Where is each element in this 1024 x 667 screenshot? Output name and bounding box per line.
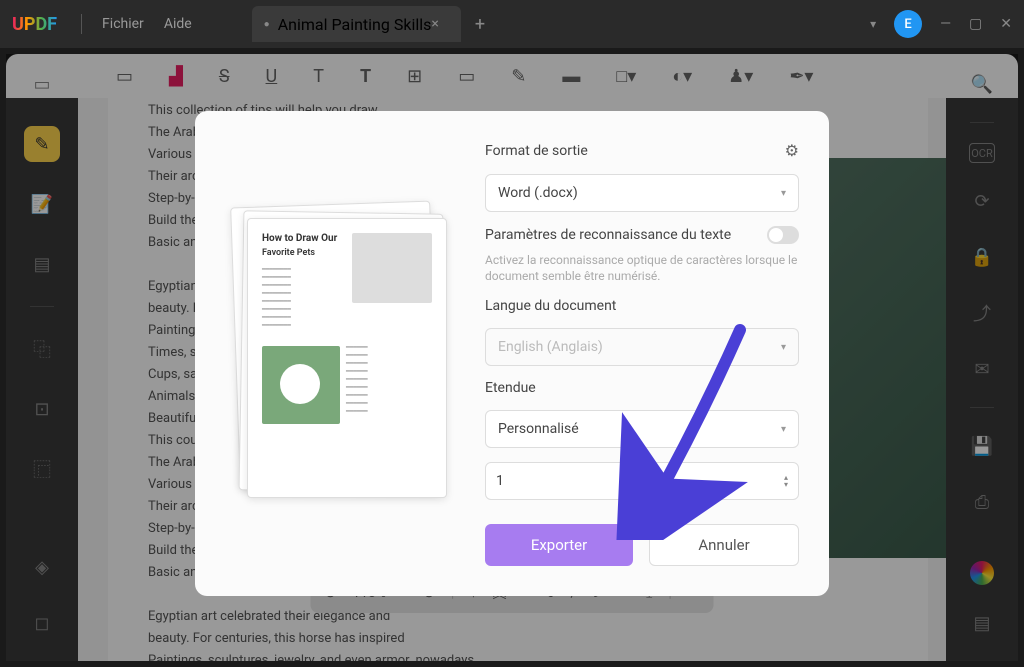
range-label: Etendue (485, 380, 799, 396)
chevron-down-icon[interactable]: ▾ (870, 17, 876, 31)
cancel-button[interactable]: Annuler (649, 524, 799, 566)
tab-title: Animal Painting Skills (278, 15, 432, 34)
main-area: ▭ ✎ 📝 ▤ ⿻ ⊡ ⿸ ◈ ◻ 🔍 OCR ⟳ 🔒 ⤴ ✉ 💾 ⎙ ▤ ▭ … (6, 54, 1018, 661)
range-select[interactable]: Personnalisé▾ (485, 410, 799, 448)
page-to-input[interactable]: 9 ▴▾ (648, 462, 799, 500)
format-select[interactable]: Word (.docx)▾ (485, 174, 799, 212)
menu-file[interactable]: Fichier (102, 16, 144, 32)
minimize-icon[interactable]: — (940, 16, 951, 32)
gear-icon[interactable]: ⚙ (785, 141, 799, 160)
ocr-hint: Activez la reconnaissance optique de car… (485, 252, 799, 284)
export-modal: How to Draw Our Favorite Pets ━━━━━━━━━━… (195, 111, 829, 596)
document-tab[interactable]: ● Animal Painting Skills × (252, 6, 461, 42)
app-logo: UPDF (12, 14, 57, 35)
titlebar: UPDF Fichier Aide ● Animal Painting Skil… (0, 0, 1024, 48)
maximize-icon[interactable]: ▢ (969, 16, 982, 32)
language-select[interactable]: English (Anglais)▾ (485, 328, 799, 366)
ocr-toggle[interactable] (767, 226, 799, 244)
user-avatar[interactable]: E (894, 10, 922, 38)
tab-bullet-icon: ● (264, 19, 270, 30)
format-label: Format de sortie (485, 143, 588, 159)
page-from-input[interactable]: 1 ▴▾ (485, 462, 636, 500)
preview-pane: How to Draw Our Favorite Pets ━━━━━━━━━━… (225, 141, 455, 566)
language-label: Langue du document (485, 298, 799, 314)
export-button[interactable]: Exporter (485, 524, 633, 566)
ocr-label: Paramètres de reconnaissance du texte (485, 227, 731, 243)
tab-close-icon[interactable]: × (431, 16, 438, 32)
new-tab-button[interactable]: + (475, 14, 485, 35)
menu-help[interactable]: Aide (164, 16, 192, 32)
modal-overlay: How to Draw Our Favorite Pets ━━━━━━━━━━… (6, 54, 1018, 661)
close-icon[interactable]: ✕ (1000, 16, 1012, 32)
